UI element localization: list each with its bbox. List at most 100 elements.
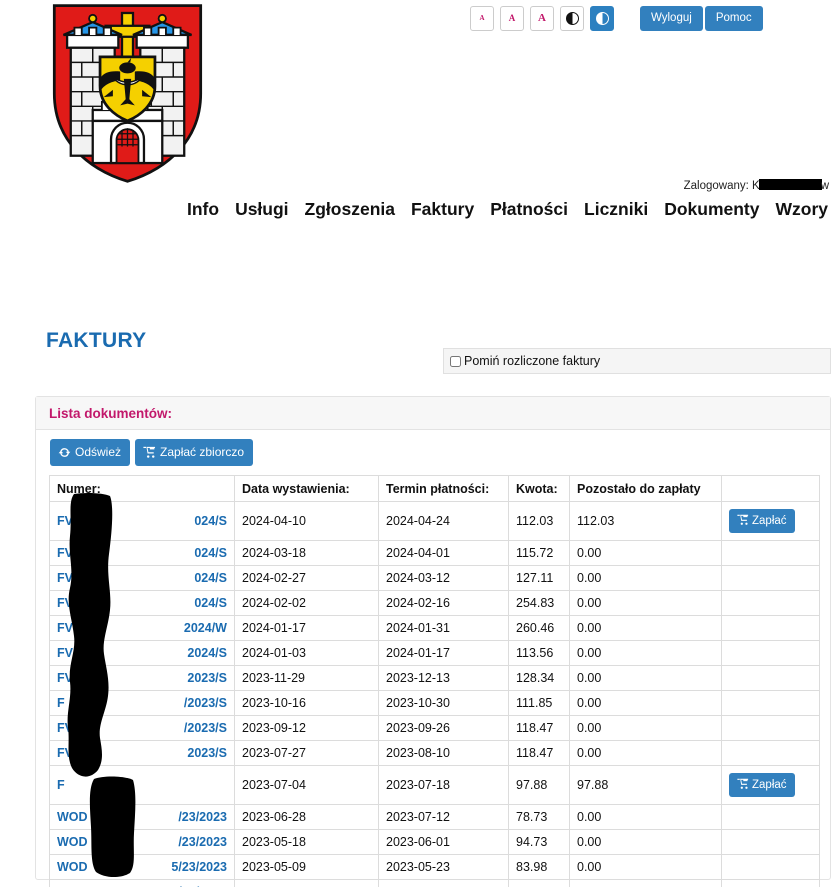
invoice-number-link[interactable]: FVS: [57, 571, 81, 585]
cell-invoice-number: WOD/23/2023: [49, 829, 235, 855]
cell-remaining: 0.00: [569, 715, 722, 741]
nav-item-zgloszenia[interactable]: Zgłoszenia: [305, 199, 395, 220]
cell-invoice-number: FV 2023/S: [49, 665, 235, 691]
nav-item-info[interactable]: Info: [187, 199, 219, 220]
font-size-medium-button[interactable]: A: [500, 6, 524, 31]
invoice-number-link[interactable]: FVS: [57, 596, 81, 610]
cell-amount: 118.47: [508, 740, 570, 766]
cell-amount: 128.34: [508, 665, 570, 691]
cell-issue-date: 2023-10-16: [234, 690, 379, 716]
shopping-cart-icon: [736, 778, 749, 791]
cell-amount: 111.85: [508, 690, 570, 716]
invoice-number-suffix: 024/S: [194, 546, 227, 560]
accessibility-toolbar: A A A: [470, 6, 614, 31]
cell-actions: Zapłać: [721, 501, 820, 541]
cell-actions: [721, 740, 820, 766]
table-row: FVS 024/S 2024-04-10 2024-04-24 112.03 112.03…: [49, 501, 820, 541]
cell-invoice-number: FV/2023/S: [49, 715, 235, 741]
invoice-number-suffix: 2023/S: [187, 746, 227, 760]
font-size-large-button[interactable]: A: [530, 6, 554, 31]
cell-actions: [721, 615, 820, 641]
cell-due-date: 2023-10-30: [378, 690, 509, 716]
cell-actions: [721, 715, 820, 741]
table-row: FV 2024/S 2024-01-03 2024-01-17 113.56 0.00: [49, 640, 820, 666]
cell-due-date: 2024-03-12: [378, 565, 509, 591]
nav-item-wzory[interactable]: Wzory: [776, 199, 829, 220]
contrast-high-button[interactable]: [590, 6, 614, 31]
invoice-number-link[interactable]: WOD: [57, 835, 88, 849]
shopping-cart-icon: [143, 446, 156, 459]
invoice-number-suffix: 024/S: [194, 596, 227, 610]
logout-button[interactable]: Wyloguj: [640, 6, 703, 31]
invoice-number-link[interactable]: FV: [57, 671, 73, 685]
contrast-icon: [565, 12, 579, 25]
documents-toolbar: Odśwież Zapłać zbiorczo: [36, 430, 830, 475]
invoice-number-link[interactable]: F: [57, 696, 65, 710]
pay-button-label: Zapłać: [752, 778, 787, 791]
invoice-number-suffix: 5/23/2023: [171, 860, 227, 874]
cell-remaining: 0.00: [569, 640, 722, 666]
nav-item-faktury[interactable]: Faktury: [411, 199, 474, 220]
cell-actions: [721, 879, 820, 887]
invoice-number-suffix: 024/S: [194, 571, 227, 585]
table-row: FV/2023/S 2023-09-12 2023-09-26 118.47 0.00: [49, 715, 820, 741]
cell-remaining: 0.00: [569, 740, 722, 766]
invoice-number-link[interactable]: FV: [57, 746, 73, 760]
filter-panel: Pomiń rozliczone faktury: [443, 348, 831, 374]
invoice-number-link[interactable]: WOD: [57, 810, 88, 824]
cell-issue-date: 2023-06-28: [234, 804, 379, 830]
col-header-remaining: Pozostało do zapłaty: [569, 475, 722, 502]
cell-due-date: 2023-06-01: [378, 829, 509, 855]
invoice-number-link[interactable]: FV: [57, 621, 73, 635]
cell-invoice-number: FV 2023/S: [49, 740, 235, 766]
font-size-small-button[interactable]: A: [470, 6, 494, 31]
cell-due-date: 2024-04-01: [378, 540, 509, 566]
col-header-due-date: Termin płatności:: [378, 475, 509, 502]
cell-remaining: 112.03: [569, 501, 722, 541]
cell-actions: [721, 640, 820, 666]
cell-issue-date: 2023-07-27: [234, 740, 379, 766]
cell-issue-date: 2023-11-29: [234, 665, 379, 691]
pay-button[interactable]: Zapłać: [729, 509, 795, 533]
bulk-pay-button[interactable]: Zapłać zbiorczo: [135, 439, 254, 466]
invoice-number-link[interactable]: F: [57, 778, 65, 792]
invoice-number-link[interactable]: FVS: [57, 514, 81, 528]
font-size-small-label: A: [479, 14, 485, 22]
nav-item-platnosci[interactable]: Płatności: [490, 199, 568, 220]
invoice-number-link[interactable]: FV: [57, 646, 73, 660]
invoice-number-suffix: 2024/S: [187, 646, 227, 660]
cell-amount: 118.47: [508, 715, 570, 741]
cell-invoice-number: F: [49, 765, 235, 805]
skip-settled-label[interactable]: Pomiń rozliczone faktury: [464, 354, 600, 368]
invoice-table: Numer: Data wystawienia: Termin płatnośc…: [49, 475, 820, 887]
invoice-number-link[interactable]: FVS: [57, 546, 81, 560]
cell-issue-date: 2024-02-02: [234, 590, 379, 616]
skip-settled-checkbox[interactable]: [450, 355, 461, 367]
contrast-normal-button[interactable]: [560, 6, 584, 31]
logged-in-prefix: Zalogowany: K: [683, 180, 760, 192]
refresh-icon: [58, 446, 71, 459]
cell-amount: 112.03: [508, 501, 570, 541]
cell-remaining: 0.00: [569, 690, 722, 716]
cell-remaining: 0.00: [569, 829, 722, 855]
font-size-large-label: A: [538, 12, 546, 24]
top-bar: A A A Wyloguj Pomoc Zalogowany: K w: [0, 0, 834, 200]
invoice-number-link[interactable]: FV: [57, 721, 73, 735]
cell-due-date: 2023-08-10: [378, 740, 509, 766]
table-row: WOD 5/23/2023 2023-05-09 2023-05-23 83.98 0.0…: [49, 854, 820, 880]
help-button[interactable]: Pomoc: [704, 6, 763, 31]
cell-issue-date: 2023-09-12: [234, 715, 379, 741]
cell-invoice-number: FVS 024/S: [49, 590, 235, 616]
invoice-table-wrapper: Numer: Data wystawienia: Termin płatnośc…: [36, 475, 830, 887]
cell-amount: 97.88: [508, 765, 570, 805]
nav-item-dokumenty[interactable]: Dokumenty: [664, 199, 759, 220]
invoice-number-link[interactable]: WOD: [57, 860, 88, 874]
refresh-button[interactable]: Odśwież: [50, 439, 131, 466]
pay-button[interactable]: Zapłać: [729, 773, 795, 797]
cell-due-date: 2023-05-08: [378, 879, 509, 887]
cell-actions: [721, 590, 820, 616]
nav-item-uslugi[interactable]: Usługi: [235, 199, 288, 220]
nav-item-liczniki[interactable]: Liczniki: [584, 199, 648, 220]
cell-invoice-number: F/2023/S: [49, 690, 235, 716]
cell-amount: 113.56: [508, 640, 570, 666]
